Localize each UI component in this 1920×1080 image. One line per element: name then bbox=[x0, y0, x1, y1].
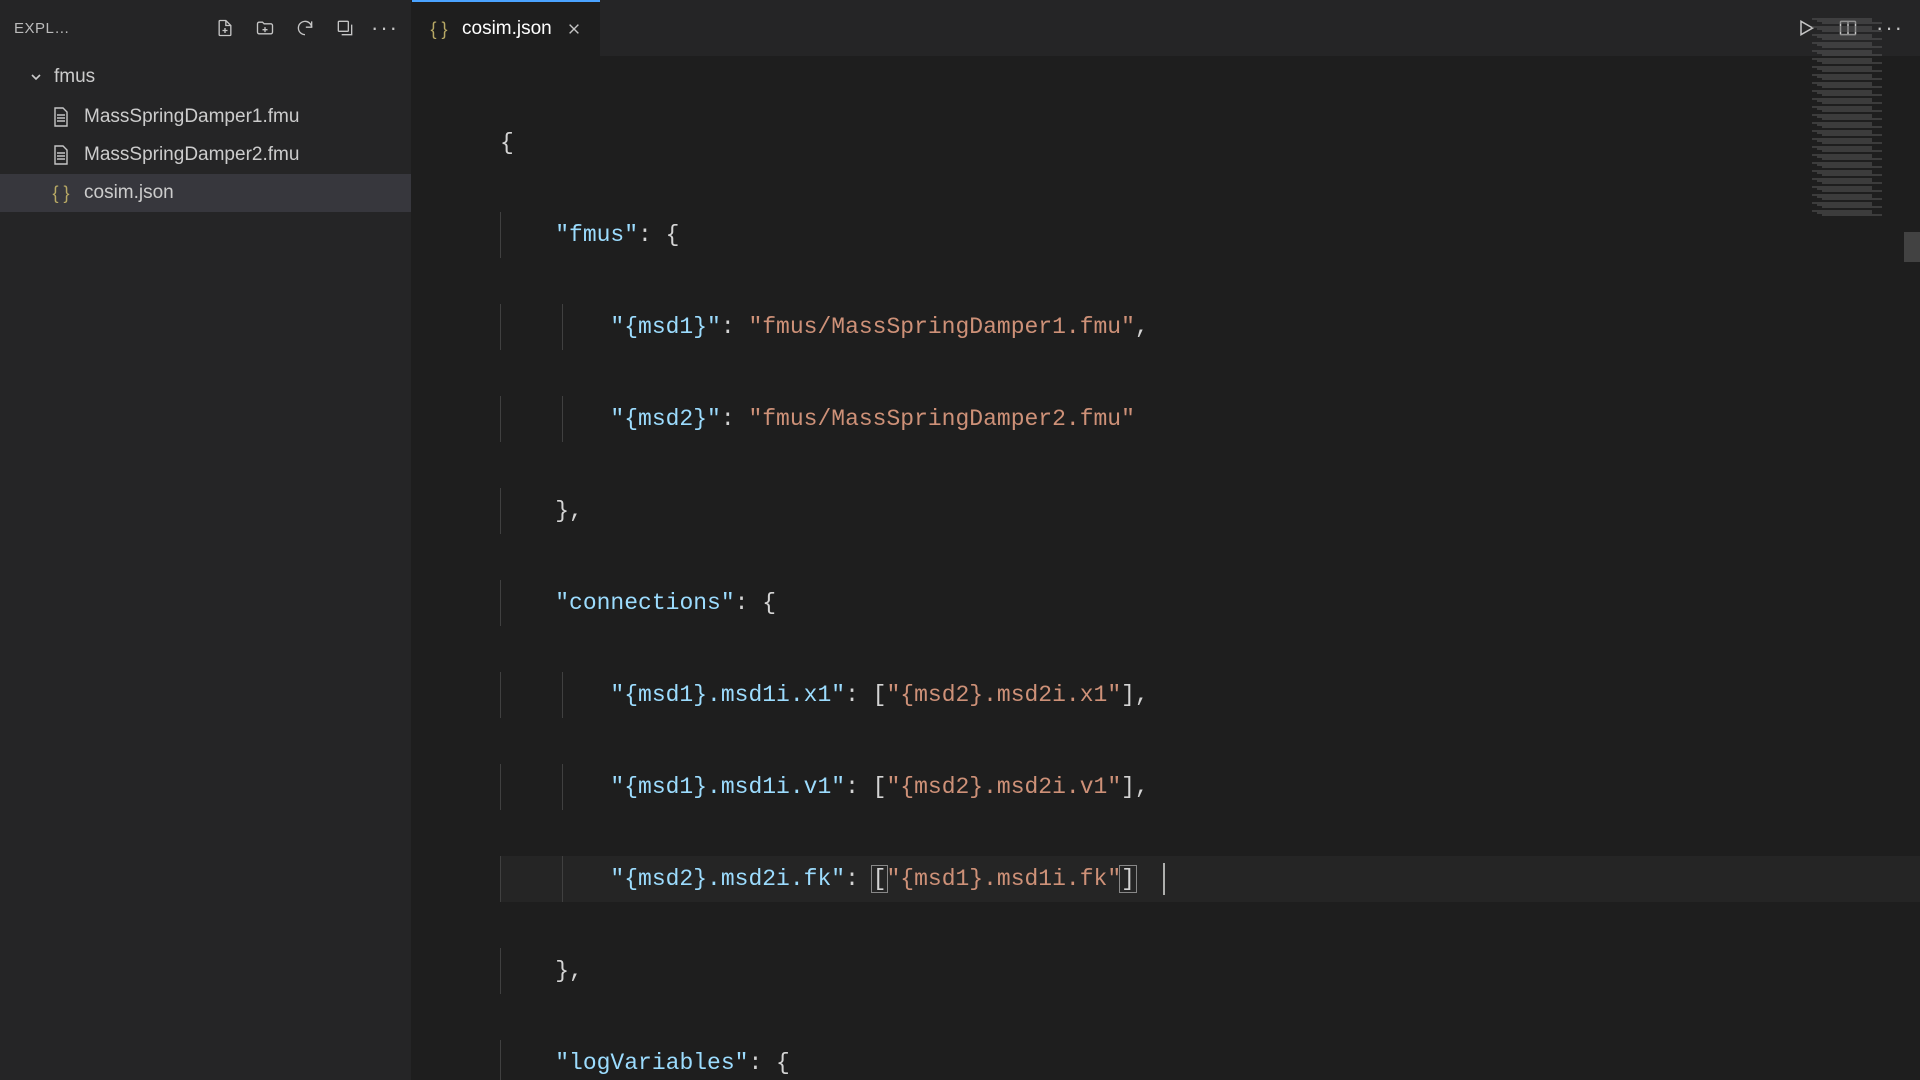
json-icon: { } bbox=[428, 19, 450, 40]
tab-title: cosim.json bbox=[462, 18, 552, 40]
folder-label: fmus bbox=[54, 66, 95, 88]
file-item-cosim[interactable]: { } cosim.json bbox=[0, 174, 411, 212]
editor-pane: { } cosim.json ··· { "fmus": { "{msd1}":… bbox=[412, 0, 1920, 1080]
file-item-msd2[interactable]: MassSpringDamper2.fmu bbox=[0, 136, 411, 174]
more-icon[interactable]: ··· bbox=[373, 16, 397, 40]
tab-spacer bbox=[600, 0, 1776, 56]
close-icon[interactable] bbox=[564, 19, 584, 39]
minimap[interactable] bbox=[1792, 18, 1902, 218]
folder-fmus[interactable]: fmus bbox=[0, 56, 411, 98]
scrollbar-thumb[interactable] bbox=[1904, 232, 1920, 262]
file-name: cosim.json bbox=[84, 182, 174, 204]
text-cursor bbox=[1163, 863, 1165, 895]
code-editor[interactable]: { "fmus": { "{msd1}": "fmus/MassSpringDa… bbox=[412, 56, 1920, 1080]
refresh-icon[interactable] bbox=[293, 16, 317, 40]
tab-bar: { } cosim.json ··· bbox=[412, 0, 1920, 56]
file-tree: MassSpringDamper1.fmu MassSpringDamper2.… bbox=[0, 98, 411, 1080]
json-icon: { } bbox=[50, 183, 72, 204]
file-name: MassSpringDamper1.fmu bbox=[84, 106, 299, 128]
file-item-msd1[interactable]: MassSpringDamper1.fmu bbox=[0, 98, 411, 136]
explorer-sidebar: EXPL… ··· fmus MassSpringDamper1.fm bbox=[0, 0, 412, 1080]
file-name: MassSpringDamper2.fmu bbox=[84, 144, 299, 166]
new-folder-icon[interactable] bbox=[253, 16, 277, 40]
file-icon bbox=[50, 107, 72, 127]
explorer-actions: ··· bbox=[213, 16, 397, 40]
explorer-header: EXPL… ··· bbox=[0, 0, 411, 56]
tab-cosim[interactable]: { } cosim.json bbox=[412, 0, 600, 56]
file-icon bbox=[50, 145, 72, 165]
explorer-title: EXPL… bbox=[14, 20, 213, 37]
collapse-all-icon[interactable] bbox=[333, 16, 357, 40]
new-file-icon[interactable] bbox=[213, 16, 237, 40]
